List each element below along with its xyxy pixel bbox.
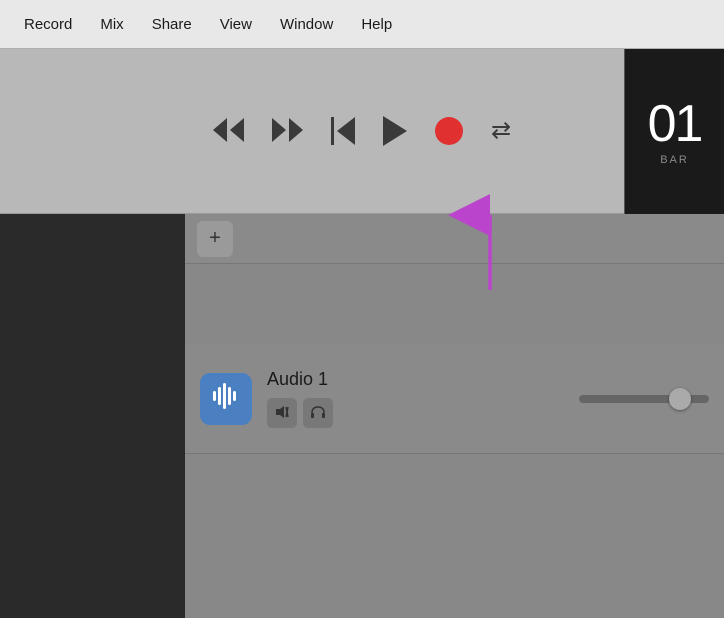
display-panel: 01 BAR: [624, 49, 724, 214]
play-icon: [383, 116, 407, 146]
volume-knob[interactable]: [669, 388, 691, 410]
record-icon: [435, 117, 463, 145]
menu-bar: Record Mix Share View Window Help: [0, 0, 724, 49]
track-area: + Audio 1: [185, 214, 724, 618]
track-header-bar: +: [185, 214, 724, 264]
record-button[interactable]: [435, 117, 463, 145]
mute-button[interactable]: [267, 398, 297, 428]
main-area: + Audio 1: [0, 214, 724, 618]
menu-record[interactable]: Record: [10, 10, 86, 39]
bar-number: 01: [648, 98, 702, 150]
skipstart-icon: [331, 117, 355, 145]
mute-icon: [275, 405, 289, 422]
rewind-icon: [213, 118, 244, 145]
track-info: Audio 1: [267, 369, 333, 428]
track-row: Audio 1: [185, 344, 724, 454]
plus-icon: +: [209, 227, 221, 250]
menu-share[interactable]: Share: [138, 10, 206, 39]
waveform-icon: [211, 381, 241, 417]
menu-view[interactable]: View: [206, 10, 266, 39]
fastforward-icon: [272, 118, 303, 145]
track-controls: [267, 398, 333, 428]
headphone-button[interactable]: [303, 398, 333, 428]
track-empty-space: [185, 264, 724, 344]
below-track-space: [185, 454, 724, 618]
fastforward-button[interactable]: [272, 118, 303, 145]
skipstart-button[interactable]: [331, 117, 355, 145]
track-name: Audio 1: [267, 369, 333, 390]
menu-window[interactable]: Window: [266, 10, 347, 39]
track-icon: [200, 373, 252, 425]
transport-controls: ⇄: [213, 116, 511, 146]
track-volume-area: [579, 395, 709, 403]
menu-mix[interactable]: Mix: [86, 10, 137, 39]
headphone-icon: [310, 405, 326, 422]
loop-icon: ⇄: [491, 119, 511, 143]
loop-button[interactable]: ⇄: [491, 119, 511, 143]
transport-bar: ⇄ 01 BAR: [0, 49, 724, 214]
menu-help[interactable]: Help: [347, 10, 406, 39]
add-track-button[interactable]: +: [197, 221, 233, 257]
volume-slider[interactable]: [579, 395, 709, 403]
bar-label: BAR: [660, 154, 689, 166]
left-sidebar: [0, 214, 185, 618]
rewind-button[interactable]: [213, 118, 244, 145]
play-button[interactable]: [383, 116, 407, 146]
